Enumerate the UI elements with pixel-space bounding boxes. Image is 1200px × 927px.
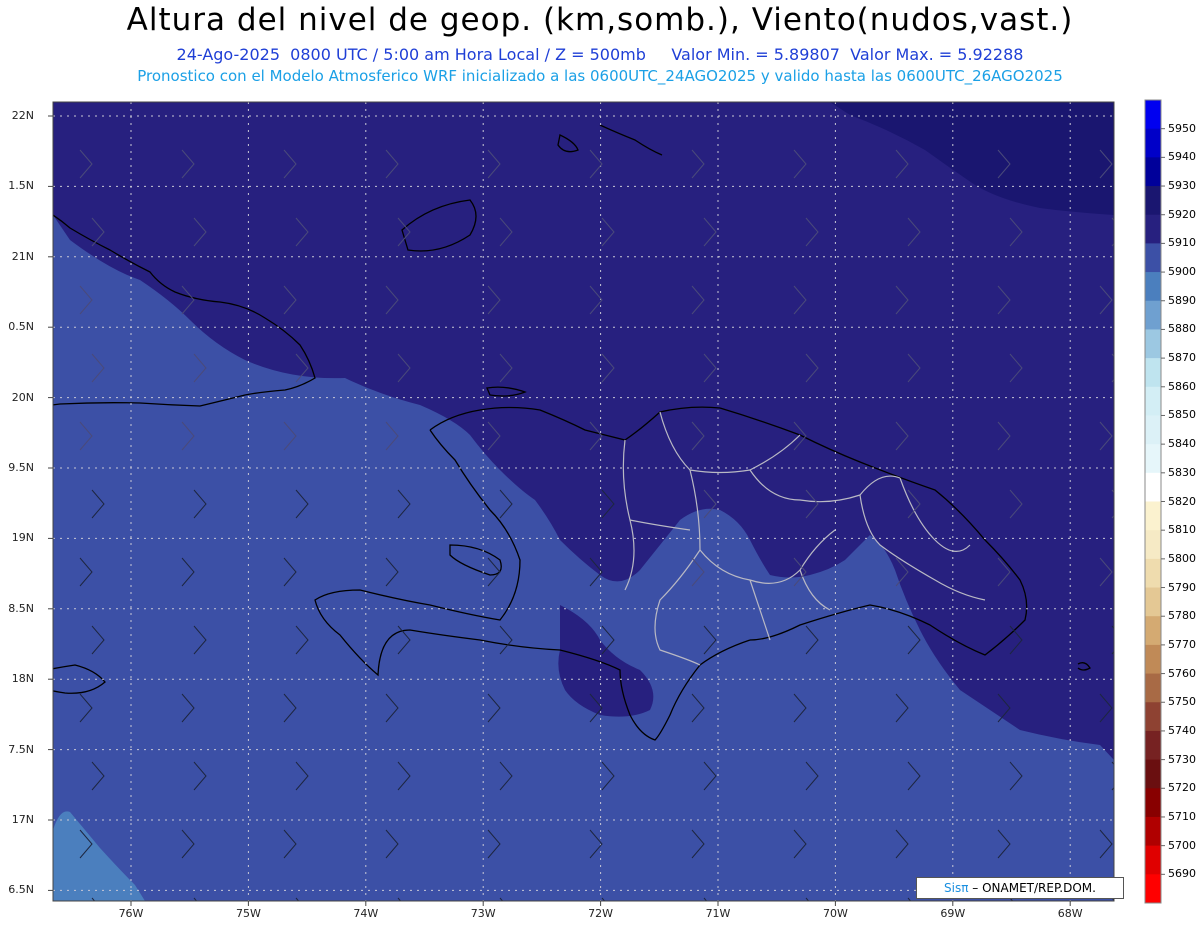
colorbar-label: 5900 (1168, 265, 1196, 279)
colorbar-segment (1145, 100, 1161, 130)
colorbar-label: 5820 (1168, 494, 1196, 508)
colorbar-label: 5770 (1168, 637, 1196, 651)
colorbar-label: 5830 (1168, 465, 1196, 479)
colorbar-label: 5800 (1168, 551, 1196, 565)
colorbar-segment (1145, 386, 1161, 416)
colorbar-segment (1145, 587, 1161, 617)
lat-label: 0.5N (8, 320, 34, 334)
colorbar-label: 5720 (1168, 781, 1196, 795)
lon-label: 71W (705, 907, 731, 920)
colorbar-segment (1145, 874, 1161, 904)
colorbar-segment (1145, 845, 1161, 875)
colorbar (1144, 99, 1165, 904)
lon-label: 73W (470, 907, 496, 920)
colorbar-segment (1145, 472, 1161, 502)
colorbar-label: 5840 (1168, 437, 1196, 451)
colorbar-label: 5760 (1168, 666, 1196, 680)
lon-label: 70W (822, 907, 848, 920)
colorbar-segment (1145, 214, 1161, 244)
colorbar-segment (1145, 415, 1161, 445)
colorbar-segment (1145, 329, 1161, 359)
lat-label: 8.5N (8, 601, 34, 615)
colorbar-label: 5930 (1168, 179, 1196, 193)
colorbar-segment (1145, 644, 1161, 675)
lat-label: 17N (11, 813, 34, 826)
lat-label: 7.5N (8, 742, 34, 756)
lon-label: 76W (118, 907, 144, 920)
colorbar-label: 5860 (1168, 379, 1196, 393)
colorbar-segment (1145, 788, 1161, 818)
colorbar-label: 5810 (1168, 523, 1196, 537)
colorbar-segment (1145, 186, 1161, 216)
colorbar-segment (1145, 730, 1161, 761)
colorbar-segment (1145, 300, 1161, 330)
lat-label: 9.5N (8, 461, 34, 474)
sispi-logo-text: Sisπ (944, 881, 969, 895)
colorbar-segment (1145, 128, 1161, 158)
wind-barb (1009, 897, 1014, 901)
colorbar-label: 5910 (1168, 236, 1196, 250)
colorbar-label: 5730 (1168, 752, 1196, 766)
jamaica-west (36, 632, 50, 650)
colorbar-label: 5690 (1168, 867, 1196, 881)
lat-label: 20N (11, 390, 34, 404)
colorbar-label: 5950 (1168, 121, 1196, 135)
colorbar-label: 5750 (1168, 695, 1196, 709)
lon-label: 69W (940, 907, 966, 920)
colorbar-label: 5780 (1168, 609, 1196, 623)
colorbar-segment (1145, 673, 1161, 703)
colorbar-label: 5850 (1168, 408, 1196, 422)
lon-label: 74W (353, 907, 379, 920)
colorbar-label: 5880 (1168, 322, 1196, 336)
colorbar-segment (1145, 272, 1161, 302)
map-figure (36, 99, 1165, 906)
credit-org: – ONAMET/REP.DOM. (968, 881, 1096, 895)
lat-label: 22N (11, 109, 34, 122)
credit-box: Sisπ – ONAMET/REP.DOM. (916, 877, 1124, 899)
lat-label: 18N (11, 672, 34, 686)
lat-label: 6.5N (8, 883, 34, 897)
colorbar-segment (1145, 530, 1161, 560)
colorbar-label: 5700 (1168, 838, 1196, 852)
colorbar-label: 5940 (1168, 150, 1196, 164)
colorbar-segment (1145, 816, 1161, 847)
colorbar-label: 5710 (1168, 809, 1196, 823)
lat-label: 1.5N (8, 179, 34, 193)
lat-label: 21N (11, 249, 34, 263)
lon-label: 72W (588, 907, 614, 920)
colorbar-label: 5870 (1168, 351, 1196, 365)
geopotential-field (53, 102, 1114, 901)
wind-barb (193, 897, 198, 901)
colorbar-label: 5790 (1168, 580, 1196, 594)
colorbar-segment (1145, 444, 1161, 474)
colorbar-segment (1145, 243, 1161, 273)
lon-label: 68W (1057, 907, 1083, 920)
lat-label: 19N (11, 531, 34, 545)
wind-barb (1111, 897, 1114, 901)
colorbar-segment (1145, 616, 1161, 646)
colorbar-segment (1145, 501, 1161, 531)
colorbar-segment (1145, 558, 1161, 589)
wind-barb (91, 897, 96, 901)
colorbar-segment (1145, 759, 1161, 789)
wind-barb (295, 897, 300, 901)
colorbar-segment (1145, 157, 1161, 187)
wind-barb (907, 897, 912, 901)
wind-barb (397, 897, 402, 901)
colorbar-label: 5740 (1168, 723, 1196, 737)
colorbar-label: 5920 (1168, 207, 1196, 221)
lon-label: 75W (235, 907, 261, 920)
colorbar-segment (1145, 358, 1161, 388)
colorbar-label: 5890 (1168, 293, 1196, 307)
colorbar-segment (1145, 702, 1161, 732)
